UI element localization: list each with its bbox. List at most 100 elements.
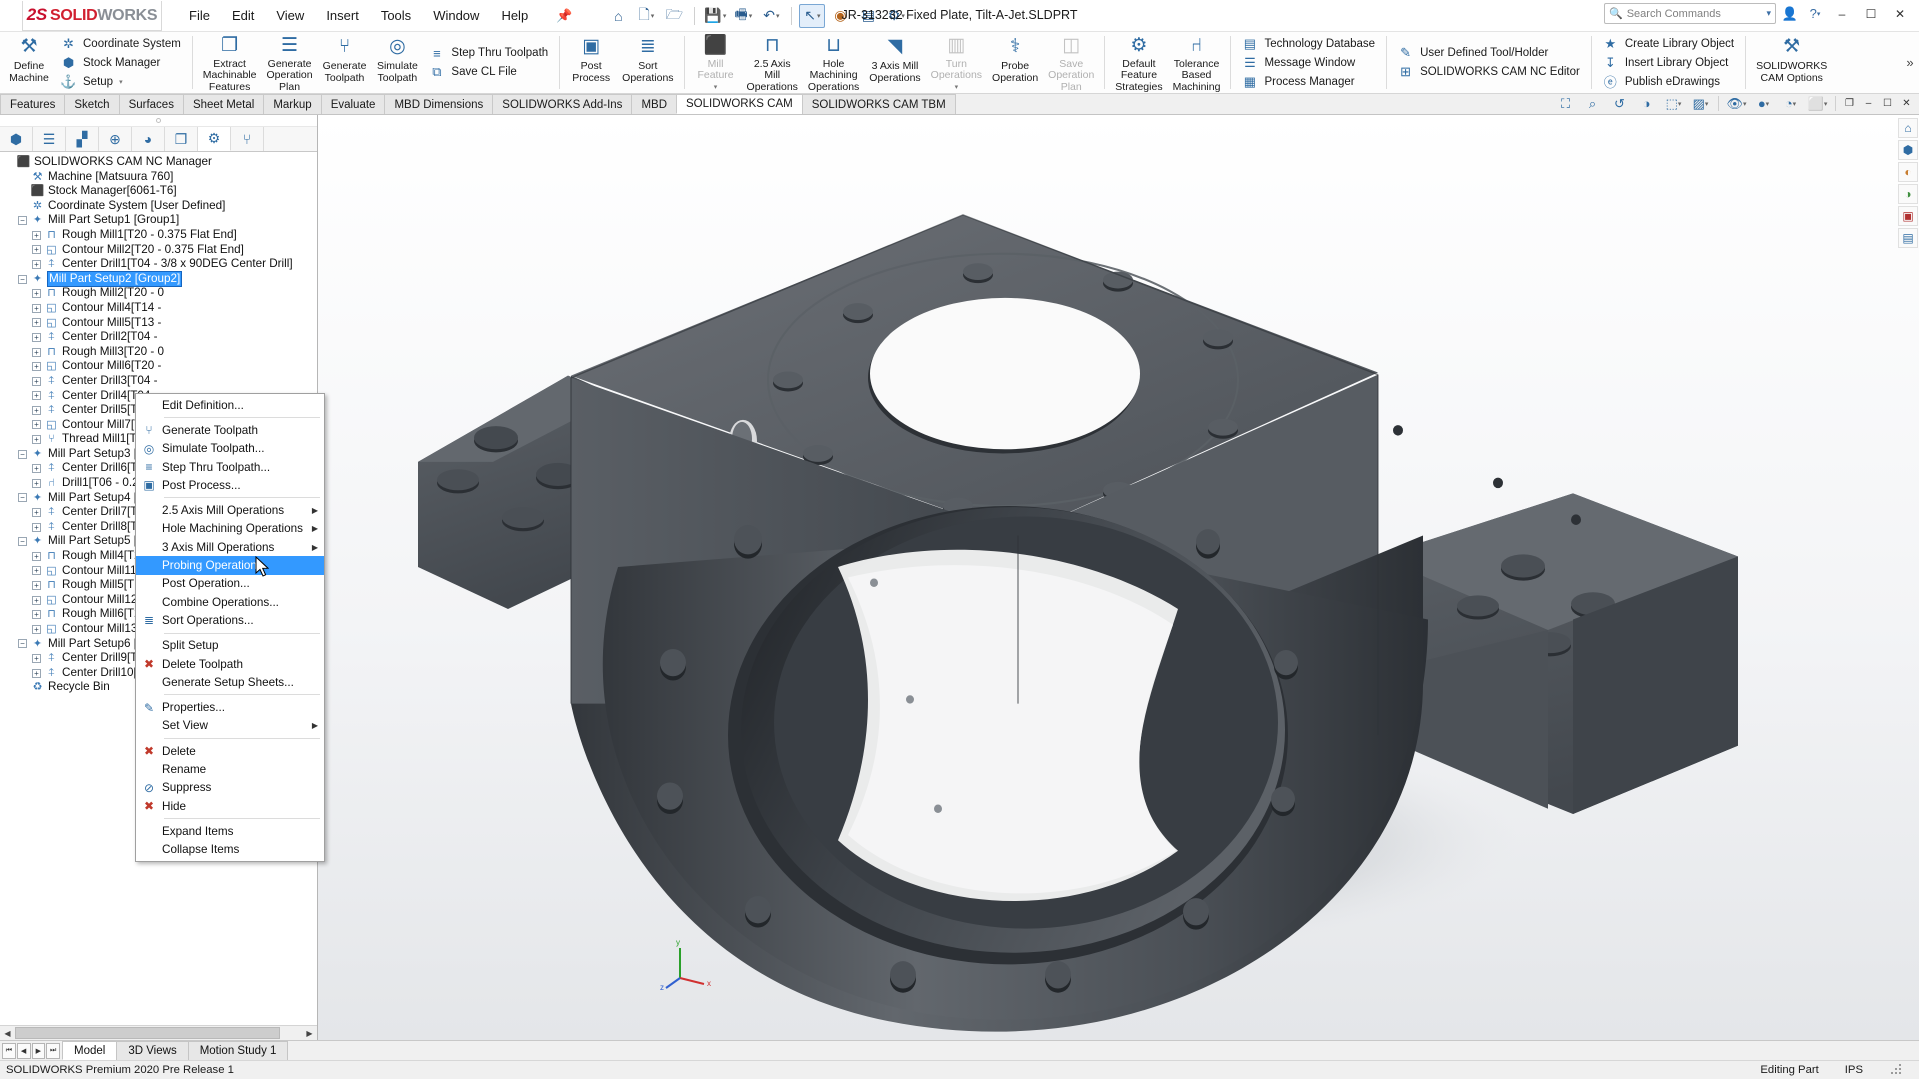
collapse-icon[interactable]: − — [18, 493, 27, 502]
menu-item-step-thru-toolpath[interactable]: ≡Step Thru Toolpath... — [136, 458, 324, 476]
restore-window-button[interactable]: ❐ — [1841, 94, 1858, 113]
display-state-icon[interactable]: ▤ — [1898, 228, 1918, 248]
display-style-icon[interactable]: ▨▾ — [1688, 94, 1713, 113]
expand-icon[interactable]: + — [32, 566, 41, 575]
process-manager-button[interactable]: ▦Process Manager — [1238, 72, 1379, 91]
user-icon[interactable]: 👤 — [1779, 3, 1801, 24]
menu-item-post-operation[interactable]: Post Operation... — [136, 575, 324, 593]
menu-item-edit[interactable]: Edit — [221, 4, 265, 27]
search-commands-box[interactable]: 🔍 Search Commands ▾ — [1604, 3, 1776, 24]
last-config-button[interactable]: ⏭ — [46, 1043, 60, 1059]
tab-sheet-metal[interactable]: Sheet Metal — [183, 94, 264, 114]
menu-item-tools[interactable]: Tools — [370, 4, 422, 27]
prev-config-button[interactable]: ◀ — [17, 1043, 31, 1059]
zoom-to-fit-icon[interactable]: ⛶ — [1553, 94, 1578, 113]
expand-icon[interactable]: + — [32, 304, 41, 313]
first-config-button[interactable]: ⏮ — [2, 1043, 16, 1059]
cam-operation-tree-tab[interactable]: ⚙ — [198, 127, 231, 151]
menu-item-edit-definition[interactable]: Edit Definition... — [136, 396, 324, 414]
previous-view-icon[interactable]: ↺ — [1607, 94, 1632, 113]
generate-toolpath-button[interactable]: ⑂GenerateToolpath — [318, 32, 372, 93]
create-library-object-button[interactable]: ★Create Library Object — [1599, 34, 1738, 53]
help-icon[interactable]: ?▾ — [1804, 3, 1826, 24]
scroll-left-arrow[interactable]: ◀ — [0, 1026, 15, 1040]
menu-item-window[interactable]: Window — [422, 4, 490, 27]
collapse-icon[interactable]: − — [18, 216, 27, 225]
tolerance-based-machining-button[interactable]: ⑁ToleranceBasedMachining — [1168, 32, 1226, 93]
menu-item-set-view[interactable]: Set View▶ — [136, 717, 324, 735]
user-defined-tool-holder-button[interactable]: ✎User Defined Tool/Holder — [1394, 44, 1584, 63]
dimxpert-manager-tab[interactable]: ⊕ — [99, 127, 132, 151]
menu-item-suppress[interactable]: ⊘Suppress — [136, 779, 324, 797]
menu-item-simulate-toolpath[interactable]: ◎Simulate Toolpath... — [136, 440, 324, 458]
display-manager-tab[interactable]: ◕ — [132, 127, 165, 151]
insert-library-object-button[interactable]: ↧Insert Library Object — [1599, 53, 1738, 72]
chevron-down-icon[interactable]: ▾ — [1766, 8, 1771, 19]
minimize-button[interactable]: – — [1829, 3, 1855, 24]
view-home-icon[interactable]: ⌂ — [1898, 118, 1918, 138]
tree-node[interactable]: ⬛Stock Manager[6061-T6] — [0, 184, 317, 199]
tab-surfaces[interactable]: Surfaces — [119, 94, 184, 114]
menu-item-hole-machining-operations[interactable]: Hole Machining Operations▶ — [136, 520, 324, 538]
context-menu[interactable]: Edit Definition... ⑂Generate Toolpath◎Sim… — [135, 393, 325, 862]
menu-item-2-5-axis-mill-operations[interactable]: 2.5 Axis Mill Operations▶ — [136, 501, 324, 519]
expand-icon[interactable]: + — [32, 523, 41, 532]
nc-editor-button[interactable]: ⊞SOLIDWORKS CAM NC Editor — [1394, 63, 1584, 82]
expand-icon[interactable]: + — [32, 654, 41, 663]
tree-node[interactable]: ⚒Machine [Matsuura 760] — [0, 170, 317, 185]
expand-icon[interactable]: + — [32, 406, 41, 415]
expand-icon[interactable]: + — [32, 464, 41, 473]
menu-item-properties[interactable]: ✎Properties... — [136, 698, 324, 716]
cam-tool-tree-tab[interactable]: ⑂ — [231, 127, 264, 151]
expand-icon[interactable]: + — [32, 362, 41, 371]
new-document-icon[interactable]: 🗋▾ — [633, 4, 659, 28]
expand-icon[interactable]: + — [32, 669, 41, 678]
menu-item-hide[interactable]: ✖Hide — [136, 797, 324, 815]
sort-operations-button[interactable]: ≣SortOperations — [617, 32, 678, 93]
menu-item-help[interactable]: Help — [490, 4, 539, 27]
stock-manager-button[interactable]: ⬢Stock Manager — [57, 53, 185, 72]
expand-icon[interactable]: + — [32, 289, 41, 298]
tree-horizontal-scrollbar[interactable]: ◀ ▶ — [0, 1025, 317, 1040]
close-button[interactable]: ✕ — [1887, 3, 1913, 24]
extract-machinable-features-button[interactable]: ❐ExtractMachinableFeatures — [198, 32, 262, 93]
tree-node[interactable]: +◱Contour Mill5[T13 - — [0, 316, 317, 331]
scroll-right-arrow[interactable]: ▶ — [302, 1026, 317, 1040]
expand-icon[interactable]: + — [32, 260, 41, 269]
expand-icon[interactable]: + — [32, 552, 41, 561]
menu-item-insert[interactable]: Insert — [315, 4, 370, 27]
tree-node[interactable]: ⬛SOLIDWORKS CAM NC Manager — [0, 155, 317, 170]
simulate-toolpath-button[interactable]: ◎SimulateToolpath — [371, 32, 423, 93]
collapse-icon[interactable]: − — [18, 275, 27, 284]
print-icon[interactable]: 🖷▾ — [730, 4, 756, 28]
menu-item-expand-items[interactable]: Expand Items — [136, 822, 324, 840]
menu-item-generate-toolpath[interactable]: ⑂Generate Toolpath — [136, 421, 324, 439]
message-window-button[interactable]: ☰Message Window — [1238, 53, 1379, 72]
apply-scene-icon[interactable]: ◔▾ — [1778, 94, 1803, 113]
next-config-button[interactable]: ▶ — [32, 1043, 46, 1059]
post-process-button[interactable]: ▣PostProcess — [565, 32, 617, 93]
menu-item-delete-toolpath[interactable]: ✖Delete Toolpath — [136, 655, 324, 673]
tree-node[interactable]: +⊓Rough Mill1[T20 - 0.375 Flat End] — [0, 228, 317, 243]
menu-item-sort-operations[interactable]: ≣Sort Operations... — [136, 611, 324, 629]
submenu-arrow-icon[interactable]: ▶ — [312, 524, 318, 533]
section-view-icon[interactable]: ◑ — [1634, 94, 1659, 113]
tab-evaluate[interactable]: Evaluate — [321, 94, 386, 114]
graphics-viewport[interactable]: y x z ⌂ ⬢ ◐ ◑ ▣ ▤ — [318, 115, 1919, 1040]
scroll-thumb[interactable] — [15, 1027, 280, 1039]
part-model-3d-view[interactable] — [318, 115, 1919, 1040]
tab-motion-study[interactable]: Motion Study 1 — [188, 1041, 289, 1060]
expand-icon[interactable]: + — [32, 581, 41, 590]
menu-item-probing-operation[interactable]: Probing Operation... — [136, 556, 324, 574]
menu-item-generate-setup-sheets[interactable]: Generate Setup Sheets... — [136, 673, 324, 691]
expand-icon[interactable]: + — [32, 508, 41, 517]
hole-machining-button[interactable]: ⊔HoleMachiningOperations — [803, 32, 864, 93]
menu-item-collapse-items[interactable]: Collapse Items — [136, 841, 324, 859]
edit-appearance-icon[interactable]: ●▾ — [1751, 94, 1776, 113]
tree-node[interactable]: ✲Coordinate System [User Defined] — [0, 199, 317, 214]
expand-icon[interactable]: + — [32, 231, 41, 240]
feature-manager-tab[interactable]: ⬢ — [0, 127, 33, 151]
menu-item-post-process[interactable]: ▣Post Process... — [136, 476, 324, 494]
tab-mbd[interactable]: MBD — [631, 94, 677, 114]
decal-icon[interactable]: ▣ — [1898, 206, 1918, 226]
